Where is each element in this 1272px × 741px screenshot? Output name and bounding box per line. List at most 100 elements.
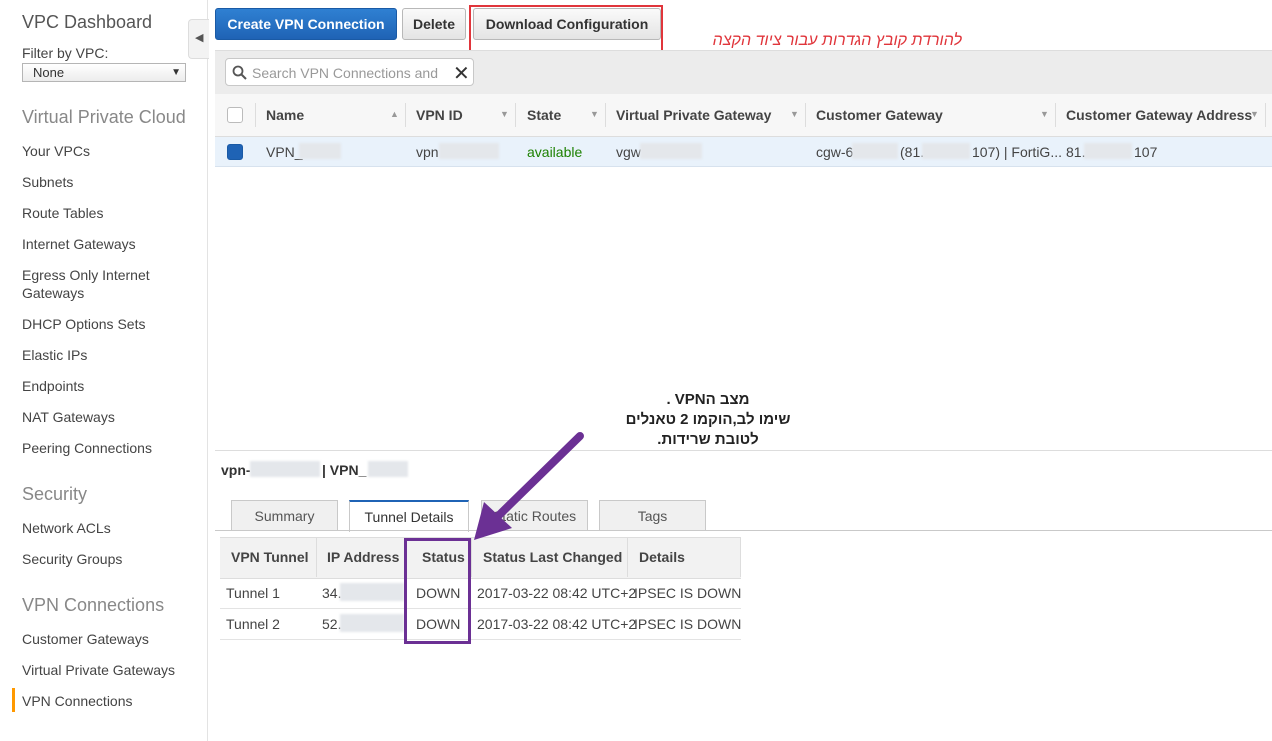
column-header-details[interactable]: Details xyxy=(639,549,685,565)
column-header-customer-gateway-address[interactable]: Customer Gateway Address xyxy=(1066,107,1252,123)
redacted-text xyxy=(340,583,404,601)
detail-title-vpn-name: | VPN_ xyxy=(322,462,367,478)
cell-state: available xyxy=(527,144,583,160)
collapse-sidebar-button[interactable]: ◀ xyxy=(188,19,209,59)
redacted-text xyxy=(368,461,408,477)
tab-tunnel-details[interactable]: Tunnel Details xyxy=(349,500,469,532)
redacted-text xyxy=(340,614,404,632)
column-divider xyxy=(515,103,516,127)
redacted-text xyxy=(439,143,499,159)
row-divider xyxy=(220,639,741,640)
cell-vpn-id: vpn xyxy=(416,144,439,160)
tab-summary[interactable]: Summary xyxy=(231,500,338,531)
column-header-vpn-id[interactable]: VPN ID xyxy=(416,107,463,123)
dropdown-arrow-icon: ▼ xyxy=(171,67,181,78)
sidebar-item-nat-gateways[interactable]: NAT Gateways xyxy=(22,408,192,426)
redacted-text xyxy=(852,143,898,159)
sidebar-title[interactable]: VPC Dashboard xyxy=(22,12,152,33)
column-header-ip-address[interactable]: IP Address xyxy=(327,549,399,565)
cell-customer-gateway-address-start: 81. xyxy=(1066,144,1086,160)
redacted-text xyxy=(922,143,970,159)
redacted-text xyxy=(1084,143,1132,159)
status-changed-cell: 2017-03-22 08:42 UTC+2 xyxy=(477,585,637,601)
search-icon xyxy=(232,65,247,80)
detail-title-vpn-id: vpn- xyxy=(221,462,251,478)
column-header-state[interactable]: State xyxy=(527,107,561,123)
ip-cell: 52. xyxy=(322,616,342,632)
row-checkbox-checked[interactable] xyxy=(227,144,243,160)
section-security: Security xyxy=(22,484,88,504)
status-changed-cell: 2017-03-22 08:42 UTC+2 xyxy=(477,616,637,632)
sidebar-item-peering-connections[interactable]: Peering Connections xyxy=(22,439,192,457)
column-divider xyxy=(805,103,806,127)
column-header-virtual-private-gateway[interactable]: Virtual Private Gateway xyxy=(616,107,771,123)
pane-divider[interactable] xyxy=(215,450,1272,451)
column-divider xyxy=(405,103,406,127)
select-all-checkbox[interactable] xyxy=(227,107,243,123)
create-vpn-connection-button[interactable]: Create VPN Connection xyxy=(215,8,397,40)
column-header-status-last-changed[interactable]: Status Last Changed xyxy=(483,549,622,565)
sidebar-item-virtual-private-gateways[interactable]: Virtual Private Gateways xyxy=(22,661,192,679)
section-vpn-connections: VPN Connections xyxy=(22,595,165,615)
column-divider xyxy=(627,537,628,577)
redacted-text xyxy=(640,143,702,159)
cell-virtual-private-gateway: vgw xyxy=(616,144,641,160)
search-input[interactable]: Search VPN Connections and ✕ xyxy=(225,58,474,86)
sort-icon[interactable]: ▼ xyxy=(590,109,599,119)
details-cell: IPSEC IS DOWN xyxy=(634,616,742,632)
sidebar-item-elastic-ips[interactable]: Elastic IPs xyxy=(22,346,192,364)
sort-icon[interactable]: ▼ xyxy=(1040,109,1049,119)
filter-label: Filter by VPC: xyxy=(22,45,109,61)
cell-customer-gateway-suffix: 107) | FortiG... xyxy=(972,144,1062,160)
cell-customer-gateway-prefix: cgw-6 xyxy=(816,144,854,160)
column-header-vpn-tunnel[interactable]: VPN Tunnel xyxy=(231,549,309,565)
column-divider xyxy=(255,103,256,127)
sidebar-item-customer-gateways[interactable]: Customer Gateways xyxy=(22,630,192,648)
active-item-indicator xyxy=(12,688,15,712)
tab-tags[interactable]: Tags xyxy=(599,500,706,531)
clear-search-icon[interactable]: ✕ xyxy=(453,61,470,86)
delete-button[interactable]: Delete xyxy=(402,8,466,40)
status-annotation-line: מצב הVPN . xyxy=(666,391,750,408)
row-divider xyxy=(220,608,741,609)
sidebar-item-vpn-connections[interactable]: VPN Connections xyxy=(22,692,192,710)
section-virtual-private-cloud: Virtual Private Cloud xyxy=(22,107,186,127)
sidebar-item-subnets[interactable]: Subnets xyxy=(22,173,192,191)
sidebar: VPC Dashboard Filter by VPC: None ▼ Virt… xyxy=(0,0,208,741)
column-header-name[interactable]: Name xyxy=(266,107,304,123)
chevron-left-icon: ◀ xyxy=(195,32,204,44)
sidebar-item-route-tables[interactable]: Route Tables xyxy=(22,204,192,222)
tab-baseline xyxy=(215,530,1272,531)
column-header-customer-gateway[interactable]: Customer Gateway xyxy=(816,107,943,123)
sidebar-item-internet-gateways[interactable]: Internet Gateways xyxy=(22,235,192,253)
sort-icon[interactable]: ▼ xyxy=(1250,109,1259,119)
column-divider xyxy=(1055,103,1056,127)
sidebar-item-your-vpcs[interactable]: Your VPCs xyxy=(22,142,192,160)
sidebar-item-endpoints[interactable]: Endpoints xyxy=(22,377,192,395)
search-placeholder: Search VPN Connections and xyxy=(252,65,438,81)
status-annotation-line: לטובת שרידות. xyxy=(657,431,759,448)
sidebar-item-egress-only-internet-gateways[interactable]: Egress Only Internet Gateways xyxy=(22,266,172,302)
sidebar-item-dhcp-options-sets[interactable]: DHCP Options Sets xyxy=(22,315,192,333)
status-annotation-line: שימו לב,הוקמו 2 טאנלים xyxy=(625,411,791,428)
sidebar-item-security-groups[interactable]: Security Groups xyxy=(22,550,192,568)
download-highlight-box xyxy=(469,5,663,52)
tunnel-cell: Tunnel 1 xyxy=(226,585,280,601)
download-annotation: להורדת קובץ הגדרות עבור ציוד הקצה xyxy=(712,32,962,49)
sort-icon[interactable]: ▼ xyxy=(790,109,799,119)
sidebar-item-network-acls[interactable]: Network ACLs xyxy=(22,519,192,537)
vpc-filter-value: None xyxy=(33,65,65,80)
column-divider xyxy=(740,537,741,577)
sort-icon[interactable]: ▼ xyxy=(500,109,509,119)
redacted-text xyxy=(250,461,320,477)
column-divider xyxy=(316,537,317,577)
cell-name: VPN_ xyxy=(266,144,303,160)
column-divider xyxy=(1265,103,1266,127)
cell-customer-gateway-address-end: 107 xyxy=(1134,144,1158,160)
ip-cell: 34. xyxy=(322,585,342,601)
annotation-arrow-icon xyxy=(474,432,584,540)
details-cell: IPSEC IS DOWN xyxy=(634,585,742,601)
status-annotation: מצב הVPN . שימו לב,הוקמו 2 טאנלים לטובת … xyxy=(612,390,804,450)
vpc-filter-select[interactable]: None ▼ xyxy=(22,63,186,82)
sort-ascending-icon[interactable]: ▲ xyxy=(390,109,399,119)
